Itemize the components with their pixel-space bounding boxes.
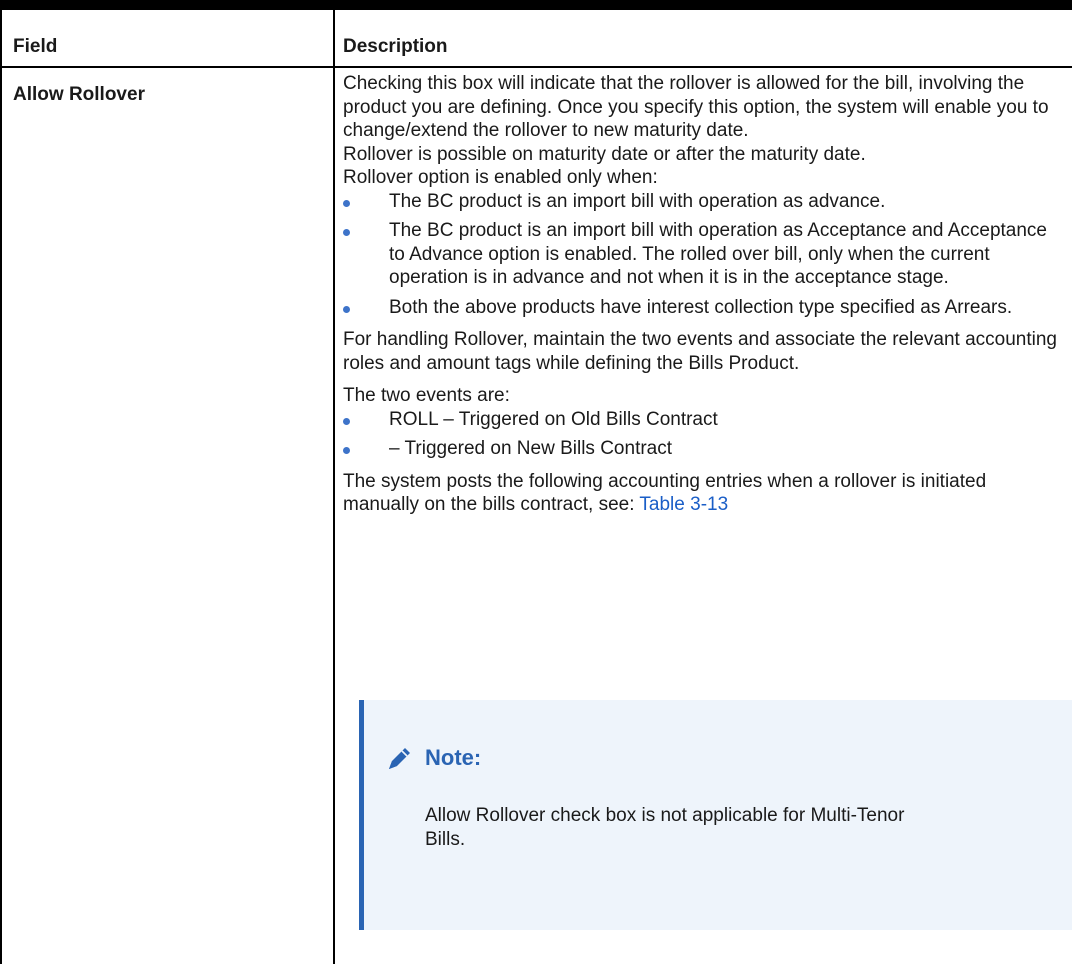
column-divider bbox=[333, 10, 335, 964]
bullet-icon bbox=[343, 447, 350, 454]
note-body: Allow Rollover check box is not applicab… bbox=[425, 805, 905, 850]
header-divider bbox=[0, 66, 1072, 68]
rollover-timing-text: Rollover is possible on maturity date or… bbox=[343, 143, 866, 165]
bullet-icon bbox=[343, 199, 350, 207]
handling-paragraph: For handling Rollover, maintain the two … bbox=[343, 329, 1057, 374]
intro-paragraph: Checking this box will indicate that the… bbox=[343, 73, 1049, 141]
conditions-list: The BC product is an import bill with op… bbox=[343, 190, 1063, 320]
list-item: ROLL – Triggered on Old Bills Contract bbox=[343, 408, 1063, 432]
events-list: ROLL – Triggered on Old Bills Contract –… bbox=[343, 408, 1063, 461]
rollover-enabled-text: Rollover option is enabled only when: bbox=[343, 167, 658, 188]
header-description: Description bbox=[343, 36, 448, 57]
list-item: Both the above products have interest co… bbox=[343, 296, 1063, 320]
note-title: Note: bbox=[425, 745, 482, 770]
description-cell: Checking this box will indicate that the… bbox=[343, 72, 1063, 517]
table-3-13-link[interactable]: Table 3-13 bbox=[639, 494, 728, 515]
bullet-icon bbox=[343, 417, 350, 425]
table-border-left bbox=[0, 10, 2, 964]
header-field: Field bbox=[13, 36, 58, 57]
list-item: The BC product is an import bill with op… bbox=[343, 219, 1063, 290]
bullet-icon bbox=[343, 305, 350, 313]
entries-paragraph: The system posts the following accountin… bbox=[343, 470, 987, 516]
field-name: Allow Rollover bbox=[13, 84, 145, 105]
list-item: – Triggered on New Bills Contract bbox=[343, 437, 1063, 461]
bullet-icon bbox=[343, 229, 350, 236]
list-item: The BC product is an import bill with op… bbox=[343, 190, 1063, 214]
document-page: Field Description Allow Rollover Checkin… bbox=[0, 0, 1072, 964]
note-box: Note: Allow Rollover check box is not ap… bbox=[359, 700, 1072, 930]
top-rule bbox=[0, 0, 1072, 10]
note-accent-bar bbox=[359, 700, 364, 930]
pencil-icon bbox=[389, 748, 410, 769]
events-intro: The two events are: bbox=[343, 385, 510, 406]
